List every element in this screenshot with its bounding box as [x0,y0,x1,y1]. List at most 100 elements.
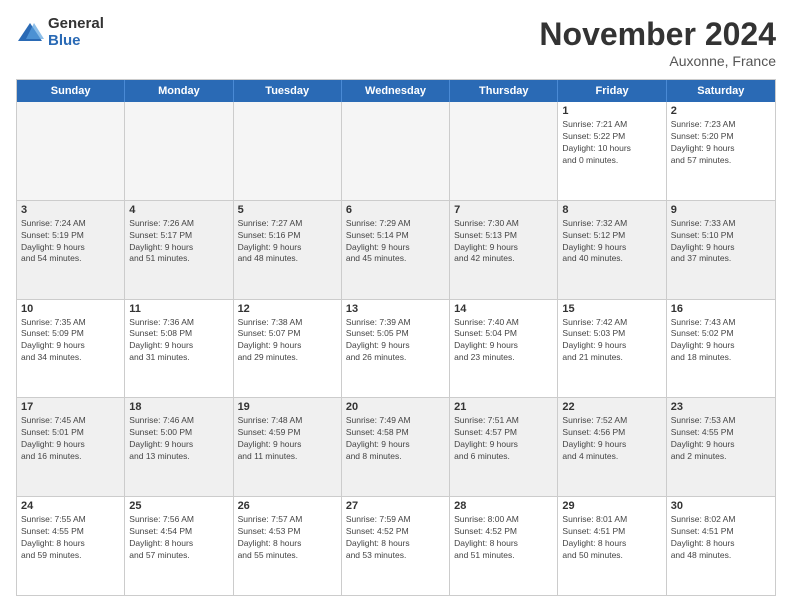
calendar-header: SundayMondayTuesdayWednesdayThursdayFrid… [17,80,775,102]
calendar-cell-4-0: 24 Sunrise: 7:55 AMSunset: 4:55 PMDayligh… [17,497,125,595]
day-info: Sunrise: 7:29 AMSunset: 5:14 PMDaylight:… [346,218,445,266]
calendar-cell-1-1: 4 Sunrise: 7:26 AMSunset: 5:17 PMDaylight… [125,201,233,299]
calendar-cell-2-0: 10Sunrise: 7:35 AMSunset: 5:09 PMDayligh… [17,300,125,398]
day-info: Sunrise: 8:00 AMSunset: 4:52 PMDaylight:… [454,514,553,562]
calendar-cell-1-0: 3 Sunrise: 7:24 AMSunset: 5:19 PMDaylight… [17,201,125,299]
calendar-cell-0-4 [450,102,558,200]
header-day-sunday: Sunday [17,80,125,102]
day-number: 5 [238,204,337,216]
header-day-tuesday: Tuesday [234,80,342,102]
day-info: Sunrise: 7:40 AMSunset: 5:04 PMDaylight:… [454,317,553,365]
calendar-cell-0-1 [125,102,233,200]
header-day-monday: Monday [125,80,233,102]
day-number: 22 [562,401,661,413]
day-info: Sunrise: 7:55 AMSunset: 4:55 PMDaylight:… [21,514,120,562]
calendar-row-4: 24 Sunrise: 7:55 AMSunset: 4:55 PMDayligh… [17,496,775,595]
day-number: 12 [238,303,337,315]
logo-blue: Blue [48,33,104,50]
calendar-cell-1-4: 7 Sunrise: 7:30 AMSunset: 5:13 PMDaylight… [450,201,558,299]
day-number: 16 [671,303,771,315]
calendar-cell-2-2: 12 Sunrise: 7:38 AMSunset: 5:07 PMDayligh… [234,300,342,398]
day-info: Sunrise: 7:49 AMSunset: 4:58 PMDaylight:… [346,415,445,463]
day-number: 17 [21,401,120,413]
calendar-cell-3-1: 18 Sunrise: 7:46 AMSunset: 5:00 PMDayligh… [125,398,233,496]
calendar-cell-3-6: 23 Sunrise: 7:53 AMSunset: 4:55 PMDayligh… [667,398,775,496]
calendar-cell-4-1: 25Sunrise: 7:56 AMSunset: 4:54 PMDayligh… [125,497,233,595]
day-number: 15 [562,303,661,315]
calendar-cell-2-6: 16 Sunrise: 7:43 AMSunset: 5:02 PMDayligh… [667,300,775,398]
title-area: November 2024 Auxonne, France [539,16,776,69]
day-number: 25 [129,500,228,512]
location: Auxonne, France [539,53,776,69]
day-number: 3 [21,204,120,216]
calendar-cell-1-3: 6Sunrise: 7:29 AMSunset: 5:14 PMDaylight… [342,201,450,299]
day-info: Sunrise: 7:32 AMSunset: 5:12 PMDaylight:… [562,218,661,266]
header-day-friday: Friday [558,80,666,102]
calendar-cell-1-6: 9 Sunrise: 7:33 AMSunset: 5:10 PMDaylight… [667,201,775,299]
day-number: 8 [562,204,661,216]
month-title: November 2024 [539,16,776,53]
header-day-thursday: Thursday [450,80,558,102]
logo-general: General [48,16,104,33]
day-info: Sunrise: 7:24 AMSunset: 5:19 PMDaylight:… [21,218,120,266]
calendar: SundayMondayTuesdayWednesdayThursdayFrid… [16,79,776,596]
day-number: 9 [671,204,771,216]
header-day-saturday: Saturday [667,80,775,102]
calendar-cell-0-3 [342,102,450,200]
calendar-cell-0-0 [17,102,125,200]
day-info: Sunrise: 7:33 AMSunset: 5:10 PMDaylight:… [671,218,771,266]
day-info: Sunrise: 8:01 AMSunset: 4:51 PMDaylight:… [562,514,661,562]
logo-icon [16,19,44,47]
day-info: Sunrise: 7:30 AMSunset: 5:13 PMDaylight:… [454,218,553,266]
day-number: 13 [346,303,445,315]
day-number: 29 [562,500,661,512]
calendar-cell-3-3: 20 Sunrise: 7:49 AMSunset: 4:58 PMDayligh… [342,398,450,496]
day-number: 1 [562,105,661,117]
day-number: 28 [454,500,553,512]
header-day-wednesday: Wednesday [342,80,450,102]
day-number: 4 [129,204,228,216]
calendar-cell-4-3: 27Sunrise: 7:59 AMSunset: 4:52 PMDayligh… [342,497,450,595]
logo: General Blue [16,16,104,49]
calendar-row-3: 17Sunrise: 7:45 AMSunset: 5:01 PMDayligh… [17,397,775,496]
logo-text: General Blue [48,16,104,49]
day-info: Sunrise: 7:59 AMSunset: 4:52 PMDaylight:… [346,514,445,562]
calendar-cell-2-1: 11Sunrise: 7:36 AMSunset: 5:08 PMDayligh… [125,300,233,398]
calendar-cell-3-2: 19 Sunrise: 7:48 AMSunset: 4:59 PMDayligh… [234,398,342,496]
day-info: Sunrise: 7:43 AMSunset: 5:02 PMDaylight:… [671,317,771,365]
day-number: 21 [454,401,553,413]
day-info: Sunrise: 7:52 AMSunset: 4:56 PMDaylight:… [562,415,661,463]
day-number: 23 [671,401,771,413]
day-info: Sunrise: 7:38 AMSunset: 5:07 PMDaylight:… [238,317,337,365]
day-info: Sunrise: 7:48 AMSunset: 4:59 PMDaylight:… [238,415,337,463]
day-number: 11 [129,303,228,315]
calendar-cell-2-5: 15 Sunrise: 7:42 AMSunset: 5:03 PMDayligh… [558,300,666,398]
day-number: 18 [129,401,228,413]
day-number: 2 [671,105,771,117]
calendar-cell-2-4: 14Sunrise: 7:40 AMSunset: 5:04 PMDayligh… [450,300,558,398]
calendar-cell-2-3: 13 Sunrise: 7:39 AMSunset: 5:05 PMDayligh… [342,300,450,398]
day-info: Sunrise: 7:53 AMSunset: 4:55 PMDaylight:… [671,415,771,463]
day-number: 10 [21,303,120,315]
calendar-cell-4-4: 28 Sunrise: 8:00 AMSunset: 4:52 PMDayligh… [450,497,558,595]
calendar-cell-3-5: 22 Sunrise: 7:52 AMSunset: 4:56 PMDayligh… [558,398,666,496]
calendar-cell-4-5: 29 Sunrise: 8:01 AMSunset: 4:51 PMDayligh… [558,497,666,595]
day-info: Sunrise: 7:51 AMSunset: 4:57 PMDaylight:… [454,415,553,463]
day-info: Sunrise: 7:46 AMSunset: 5:00 PMDaylight:… [129,415,228,463]
calendar-cell-0-2 [234,102,342,200]
calendar-cell-1-2: 5Sunrise: 7:27 AMSunset: 5:16 PMDaylight… [234,201,342,299]
day-info: Sunrise: 7:26 AMSunset: 5:17 PMDaylight:… [129,218,228,266]
day-number: 19 [238,401,337,413]
calendar-row-1: 3 Sunrise: 7:24 AMSunset: 5:19 PMDaylight… [17,200,775,299]
calendar-cell-4-2: 26Sunrise: 7:57 AMSunset: 4:53 PMDayligh… [234,497,342,595]
day-info: Sunrise: 7:42 AMSunset: 5:03 PMDaylight:… [562,317,661,365]
day-number: 7 [454,204,553,216]
day-number: 24 [21,500,120,512]
day-info: Sunrise: 7:23 AMSunset: 5:20 PMDaylight:… [671,119,771,167]
day-number: 20 [346,401,445,413]
day-info: Sunrise: 7:21 AMSunset: 5:22 PMDaylight:… [562,119,661,167]
calendar-cell-1-5: 8 Sunrise: 7:32 AMSunset: 5:12 PMDaylight… [558,201,666,299]
calendar-cell-0-5: 1 Sunrise: 7:21 AMSunset: 5:22 PMDaylight… [558,102,666,200]
calendar-body: 1 Sunrise: 7:21 AMSunset: 5:22 PMDaylight… [17,102,775,595]
day-info: Sunrise: 7:39 AMSunset: 5:05 PMDaylight:… [346,317,445,365]
